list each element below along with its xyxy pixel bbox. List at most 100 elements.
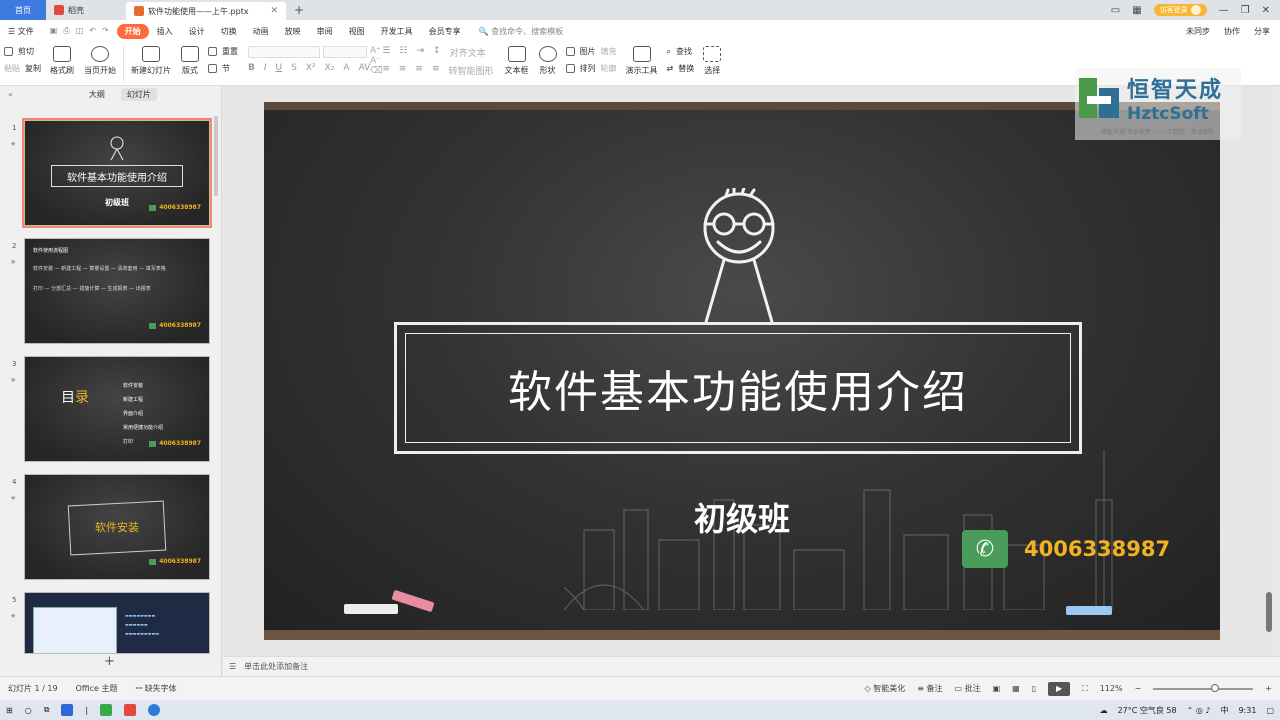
new-slide-button[interactable]: 新建幻灯片 bbox=[126, 46, 176, 76]
add-slide-button[interactable]: + bbox=[104, 654, 115, 669]
paste-button[interactable]: 粘贴 bbox=[4, 63, 20, 74]
comments-button[interactable]: ▭ 批注 bbox=[954, 683, 980, 694]
superscript-icon[interactable]: X² bbox=[306, 63, 316, 73]
sync-button[interactable]: 未同步 bbox=[1186, 26, 1210, 37]
zoom-slider-handle[interactable] bbox=[1211, 683, 1220, 692]
collab-button[interactable]: 协作 bbox=[1224, 26, 1240, 37]
align-text-button[interactable]: 对齐文本 bbox=[450, 46, 486, 59]
slide-thumbnail-1[interactable]: 软件基本功能使用介绍 初级班 4006338987 bbox=[22, 118, 212, 228]
align-center-icon[interactable]: ≡ bbox=[399, 64, 407, 77]
edge-icon[interactable] bbox=[148, 704, 161, 716]
menu-slideshow[interactable]: 放映 bbox=[277, 26, 309, 37]
replace-button[interactable]: 替换 bbox=[678, 63, 694, 74]
menu-view[interactable]: 视图 bbox=[341, 26, 373, 37]
app-icon[interactable] bbox=[61, 704, 74, 716]
copy-button[interactable]: 复制 bbox=[25, 63, 41, 74]
format-painter-button[interactable]: 格式刷 bbox=[45, 46, 79, 76]
present-tools-button[interactable]: 演示工具 bbox=[621, 46, 663, 76]
bold-icon[interactable]: B bbox=[248, 63, 255, 73]
input-language[interactable]: 中 bbox=[1220, 705, 1228, 716]
wps-icon[interactable] bbox=[124, 704, 137, 716]
notes-pane[interactable]: ☰ 单击此处添加备注 bbox=[223, 656, 1280, 676]
justify-icon[interactable]: ≡ bbox=[432, 64, 440, 77]
fill-button[interactable]: 填充 bbox=[601, 46, 617, 57]
section-button[interactable]: 节 bbox=[222, 63, 230, 74]
reset-button[interactable]: 重置 bbox=[222, 46, 238, 57]
align-right-icon[interactable]: ≡ bbox=[415, 64, 423, 77]
search-icon[interactable]: ○ bbox=[25, 706, 32, 715]
share-button[interactable]: 分享 bbox=[1254, 26, 1270, 37]
menu-file[interactable]: ☰ 文件 bbox=[0, 26, 42, 37]
menu-member[interactable]: 会员专享 bbox=[421, 26, 469, 37]
find-button[interactable]: 查找 bbox=[676, 46, 692, 57]
close-window-icon[interactable]: ✕ bbox=[1262, 5, 1270, 16]
to-smartart-button[interactable]: 转智能图形 bbox=[449, 64, 494, 77]
panel-toggle-icon[interactable]: ▭ bbox=[1111, 5, 1120, 16]
paste-icon[interactable] bbox=[4, 47, 13, 56]
slide-thumbnail-4[interactable]: 软件安装 4006338987 bbox=[24, 474, 210, 580]
clock[interactable]: 9:31 bbox=[1238, 706, 1256, 715]
tab-slides[interactable]: 幻灯片 bbox=[120, 87, 157, 101]
slideshow-play-button[interactable]: ▶ bbox=[1048, 681, 1071, 696]
zoom-slider[interactable] bbox=[1153, 683, 1254, 692]
new-tab-button[interactable]: + bbox=[286, 0, 312, 20]
shape-button[interactable]: 形状 bbox=[534, 46, 562, 76]
fit-icon[interactable]: ⛶ bbox=[1082, 684, 1088, 694]
redo-icon[interactable]: ↷ bbox=[102, 26, 109, 36]
arrange-button[interactable]: 排列 bbox=[580, 63, 596, 74]
layout-button[interactable]: 版式 bbox=[176, 46, 204, 76]
outline-button[interactable]: 轮廓 bbox=[601, 63, 617, 74]
reading-view-icon[interactable]: ▯ bbox=[1032, 684, 1036, 693]
save-icon[interactable]: ▣ bbox=[50, 26, 58, 36]
notification-icon[interactable]: ▢ bbox=[1266, 706, 1274, 715]
menu-design[interactable]: 设计 bbox=[181, 26, 213, 37]
zoom-in-icon[interactable]: + bbox=[1265, 684, 1272, 693]
subscript-icon[interactable]: X₂ bbox=[325, 63, 335, 73]
numbering-icon[interactable]: ☷ bbox=[399, 46, 407, 59]
notes-toggle-button[interactable]: ≡ 备注 bbox=[917, 683, 942, 694]
text-box-button[interactable]: 文本框 bbox=[500, 46, 534, 76]
print-icon[interactable]: ⎙ bbox=[63, 26, 69, 36]
underline-icon[interactable]: U bbox=[276, 63, 283, 73]
tab-document[interactable]: 软件功能使用——上午.pptx ✕ bbox=[126, 2, 286, 20]
collapse-panel-icon[interactable]: « bbox=[8, 90, 13, 99]
line-spacing-icon[interactable]: ↕ bbox=[433, 46, 441, 59]
tray-icons[interactable]: ⌃ ◎ ♪ bbox=[1187, 706, 1211, 715]
tab-home[interactable]: 首页 bbox=[0, 0, 46, 20]
char-spacing-icon[interactable]: AV bbox=[359, 63, 371, 73]
slide-thumbnail-2[interactable]: 软件使用流程图 软件安装 — 新建工程 — 算量设置 — 清单套用 — 填写表格… bbox=[24, 238, 210, 344]
picture-button[interactable]: 图片 bbox=[580, 46, 596, 57]
restore-icon[interactable]: ❐ bbox=[1241, 5, 1250, 16]
chalkboard[interactable]: 软件基本功能使用介绍 初级班 ✆ 4006338987 bbox=[264, 110, 1220, 630]
layout-icon[interactable]: ▦ bbox=[1132, 5, 1141, 16]
minimize-icon[interactable]: — bbox=[1219, 5, 1229, 16]
command-search[interactable]: 🔍 查找命令、搜索模板 bbox=[469, 26, 574, 37]
sorter-view-icon[interactable]: ▦ bbox=[1012, 684, 1020, 693]
task-view-icon[interactable]: ⧉ bbox=[44, 705, 50, 715]
undo-icon[interactable]: ↶ bbox=[89, 26, 96, 36]
beautify-button[interactable]: ◇ 智能美化 bbox=[865, 683, 906, 694]
menu-review[interactable]: 审阅 bbox=[309, 26, 341, 37]
from-current-button[interactable]: 当页开始 bbox=[79, 46, 121, 76]
align-left-icon[interactable]: ≡ bbox=[382, 64, 390, 77]
menu-developer[interactable]: 开发工具 bbox=[373, 26, 421, 37]
menu-animation[interactable]: 动画 bbox=[245, 26, 277, 37]
indent-icon[interactable]: ⇥ bbox=[416, 46, 424, 59]
menu-transition[interactable]: 切换 bbox=[213, 26, 245, 37]
strike-icon[interactable]: S bbox=[291, 63, 297, 73]
preview-icon[interactable]: ◫ bbox=[76, 26, 84, 36]
panel-scrollbar[interactable] bbox=[214, 116, 218, 196]
normal-view-icon[interactable]: ▣ bbox=[993, 684, 1001, 693]
zoom-out-icon[interactable]: − bbox=[1135, 684, 1142, 693]
canvas-scrollbar[interactable] bbox=[1266, 592, 1272, 632]
select-button[interactable]: 选择 bbox=[698, 46, 726, 76]
close-tab-icon[interactable]: ✕ bbox=[270, 6, 278, 16]
menu-insert[interactable]: 插入 bbox=[149, 26, 181, 37]
italic-icon[interactable]: I bbox=[264, 63, 267, 73]
zoom-level[interactable]: 112% bbox=[1100, 684, 1123, 693]
missing-font-button[interactable]: ꟷ 缺失字体 bbox=[136, 683, 177, 694]
visitor-login-button[interactable]: 访客登录 bbox=[1153, 4, 1207, 16]
browser-icon[interactable] bbox=[100, 704, 113, 716]
cut-button[interactable]: 剪切 bbox=[18, 46, 34, 57]
font-size-select[interactable] bbox=[323, 46, 367, 58]
